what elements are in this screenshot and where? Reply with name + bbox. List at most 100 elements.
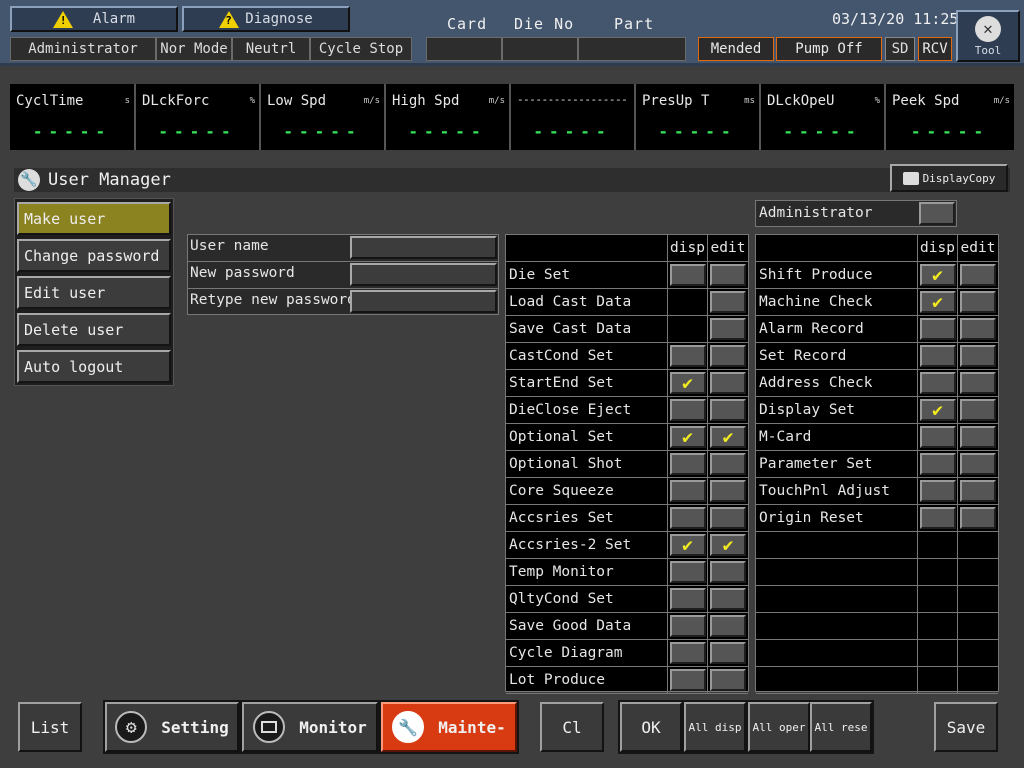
edit-checkbox-origin-reset[interactable]	[960, 507, 996, 529]
change-password-button[interactable]: Change password	[17, 239, 171, 272]
disp-checkbox-startend-set[interactable]: ✔	[669, 372, 706, 394]
edit-checkbox-load-cast-data[interactable]	[710, 291, 746, 313]
make-user-button[interactable]: Make user	[17, 202, 171, 235]
edit-checkbox-display-set[interactable]	[960, 399, 996, 421]
disp-checkbox-parameter-set[interactable]	[919, 453, 956, 475]
disp-checkbox-core-squeeze[interactable]	[669, 480, 706, 502]
edit-checkbox-machine-check[interactable]	[960, 291, 996, 313]
table-header-cell	[756, 235, 918, 262]
new-password-field[interactable]	[350, 263, 497, 286]
auto-logout-button[interactable]: Auto logout	[17, 350, 171, 383]
disp-checkbox-cycle-diagram[interactable]	[669, 642, 706, 664]
edit-checkbox-touchpnl-adjust[interactable]	[960, 480, 996, 502]
disp-checkbox-optional-shot[interactable]	[669, 453, 706, 475]
permission-name-display-set: Display Set	[756, 397, 918, 424]
retype-password-field[interactable]	[350, 290, 497, 313]
edit-checkbox-dieclose-eject[interactable]	[710, 399, 746, 421]
all-oper-button[interactable]: All oper	[748, 702, 810, 752]
menu-label: Edit user	[24, 283, 106, 302]
disp-checkbox-die-set[interactable]	[669, 264, 706, 286]
delete-user-button[interactable]: Delete user	[17, 313, 171, 346]
disp-checkbox-temp-monitor[interactable]	[669, 561, 706, 583]
setting-label: Setting	[161, 717, 229, 737]
empty-cell	[756, 559, 918, 586]
disp-checkbox-accsries-set[interactable]	[669, 507, 706, 529]
disp-checkbox-lot-produce[interactable]	[669, 669, 706, 691]
gauge-value: -----	[32, 122, 112, 141]
edit-checkbox-optional-shot[interactable]	[710, 453, 746, 475]
user-name-field[interactable]	[350, 236, 497, 259]
cycle-status: Cycle Stop	[310, 37, 412, 61]
disp-checkbox-machine-check[interactable]: ✔	[919, 291, 956, 313]
alarm-label: Alarm	[92, 11, 136, 27]
empty-cell	[756, 640, 918, 667]
permission-name-qltycond-set: QltyCond Set	[506, 586, 668, 613]
gauge-low-speed: Low Spd m/s -----	[261, 84, 386, 150]
disp-checkbox-save-good-data[interactable]	[669, 615, 706, 637]
maintenance-button[interactable]: 🔧 Mainte-	[381, 702, 517, 752]
edit-checkbox-lot-produce[interactable]	[710, 669, 746, 691]
edit-checkbox-parameter-set[interactable]	[960, 453, 996, 475]
disp-checkbox-touchpnl-adjust[interactable]	[919, 480, 956, 502]
checkbox-cell	[918, 505, 958, 532]
disp-checkbox-origin-reset[interactable]	[919, 507, 956, 529]
disp-checkbox-dieclose-eject[interactable]	[669, 399, 706, 421]
user-role-status: Administrator	[10, 37, 156, 61]
gauge-value: -----	[533, 122, 612, 141]
permission-name-optional-set: Optional Set	[506, 424, 668, 451]
list-button[interactable]: List	[18, 702, 82, 752]
monitor-button[interactable]: Monitor	[242, 702, 378, 752]
card-value	[426, 37, 502, 61]
disp-checkbox-address-check[interactable]	[919, 372, 956, 394]
edit-checkbox-optional-set[interactable]: ✔	[710, 426, 746, 448]
disp-checkbox-display-set[interactable]: ✔	[919, 399, 956, 421]
edit-checkbox-accsries-set[interactable]	[710, 507, 746, 529]
edit-checkbox-cycle-diagram[interactable]	[710, 642, 746, 664]
checkbox-cell	[708, 559, 748, 586]
checkbox-cell	[708, 505, 748, 532]
administrator-checkbox[interactable]	[919, 202, 955, 225]
alarm-button[interactable]: ! Alarm	[10, 6, 178, 32]
all-disp-button[interactable]: All disp	[684, 702, 746, 752]
disp-checkbox-accsries-2-set[interactable]: ✔	[669, 534, 706, 556]
edit-checkbox-save-cast-data[interactable]	[710, 318, 746, 340]
disp-checkbox-optional-set[interactable]: ✔	[669, 426, 706, 448]
edit-checkbox-startend-set[interactable]	[710, 372, 746, 394]
disp-checkbox-shift-produce[interactable]: ✔	[919, 264, 956, 286]
edit-checkbox-die-set[interactable]	[710, 264, 746, 286]
edit-checkbox-temp-monitor[interactable]	[710, 561, 746, 583]
edit-checkbox-address-check[interactable]	[960, 372, 996, 394]
edit-checkbox-alarm-record[interactable]	[960, 318, 996, 340]
top-status-bar: ! Alarm ? Diagnose Administrator Nor Mod…	[0, 0, 1024, 66]
all-reset-button[interactable]: All rese	[810, 702, 872, 752]
edit-checkbox-m-card[interactable]	[960, 426, 996, 448]
save-button[interactable]: Save	[934, 702, 998, 752]
ok-button[interactable]: OK	[620, 702, 682, 752]
edit-checkbox-accsries-2-set[interactable]: ✔	[710, 534, 746, 556]
checkbox-cell	[958, 343, 998, 370]
disp-checkbox-alarm-record[interactable]	[919, 318, 956, 340]
edit-checkbox-castcond-set[interactable]	[710, 345, 746, 367]
edit-checkbox-core-squeeze[interactable]	[710, 480, 746, 502]
die-no-label: Die No	[514, 15, 575, 33]
disp-checkbox-castcond-set[interactable]	[669, 345, 706, 367]
permission-name-dieclose-eject: DieClose Eject	[506, 397, 668, 424]
disp-checkbox-m-card[interactable]	[919, 426, 956, 448]
disp-checkbox-qltycond-set[interactable]	[669, 588, 706, 610]
tool-button[interactable]: ✕ Tool	[956, 10, 1020, 62]
edit-checkbox-set-record[interactable]	[960, 345, 996, 367]
checkbox-cell: ✔	[708, 424, 748, 451]
setting-button[interactable]: ⚙ Setting	[105, 702, 239, 752]
edit-checkbox-save-good-data[interactable]	[710, 615, 746, 637]
edit-checkbox-shift-produce[interactable]	[960, 264, 996, 286]
gauge-label: Peek Spd	[892, 93, 960, 109]
edit-user-button[interactable]: Edit user	[17, 276, 171, 309]
menu-label: Auto logout	[24, 357, 124, 376]
permission-name-save-cast-data: Save Cast Data	[506, 316, 668, 343]
clear-button[interactable]: Cl	[540, 702, 604, 752]
diagnose-button[interactable]: ? Diagnose	[182, 6, 350, 32]
disp-header: disp	[668, 235, 708, 262]
edit-checkbox-qltycond-set[interactable]	[710, 588, 746, 610]
display-copy-button[interactable]: DisplayCopy	[890, 164, 1008, 192]
disp-checkbox-set-record[interactable]	[919, 345, 956, 367]
